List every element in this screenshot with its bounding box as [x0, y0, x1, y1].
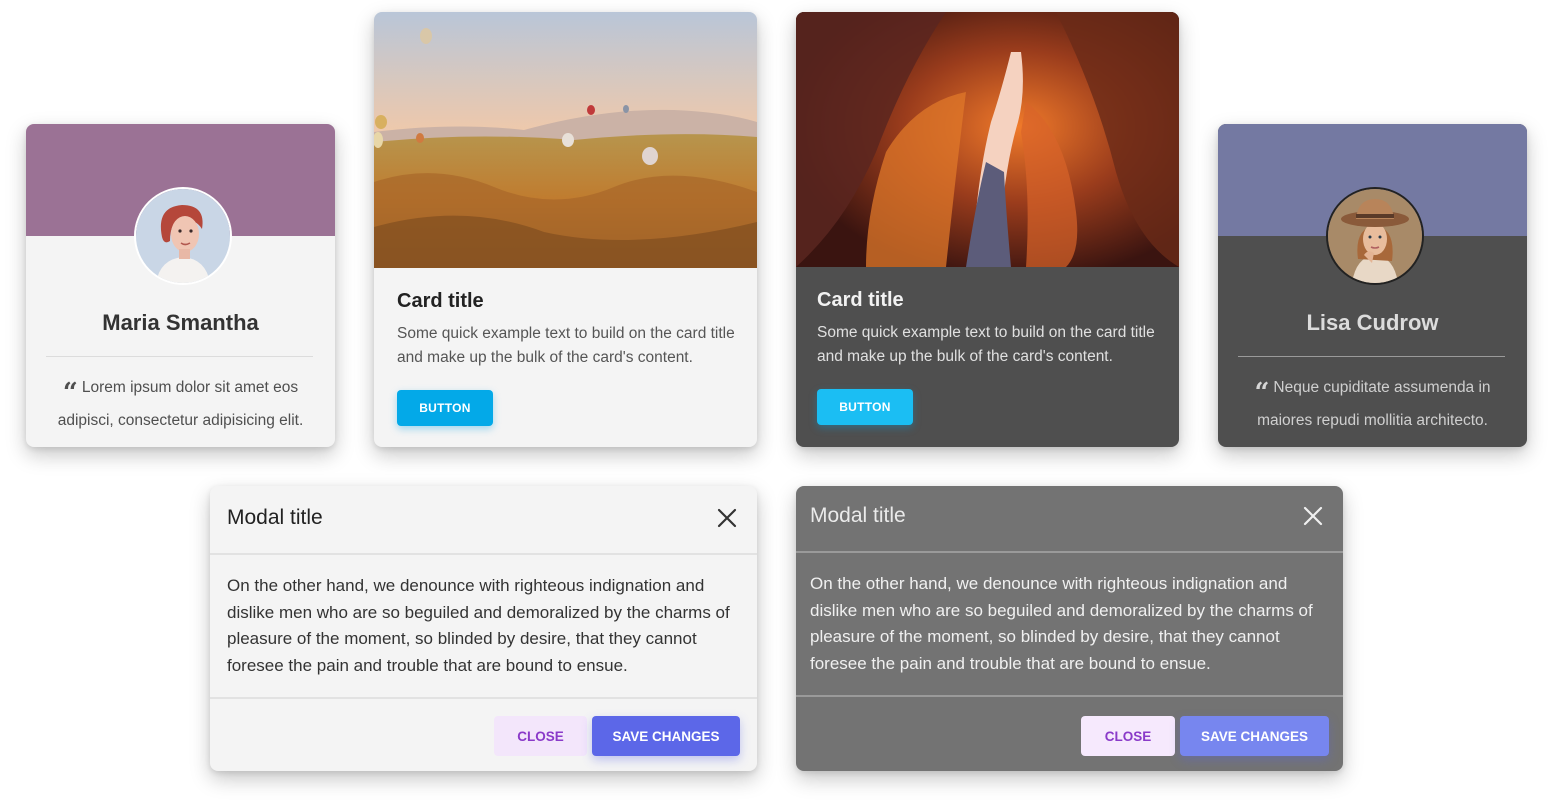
- card-button[interactable]: BUTTON: [817, 389, 913, 425]
- testimonial-quote: “Neque cupiditate assumenda in maiores r…: [1236, 374, 1509, 434]
- close-icon[interactable]: [715, 506, 739, 530]
- avatar: [133, 187, 232, 285]
- avatar-woman-image: [135, 189, 230, 283]
- modal-light: Modal title On the other hand, we denoun…: [210, 486, 757, 771]
- testimonial-name: Maria Smantha: [102, 310, 259, 335]
- quote-text: Neque cupiditate assumenda in maiores re…: [1257, 379, 1491, 429]
- testimonial-quote: “Lorem ipsum dolor sit amet eos adipisci…: [44, 374, 317, 434]
- modal-body: On the other hand, we denounce with righ…: [810, 574, 1313, 673]
- modal-footer: CLOSE SAVE CHANGES: [210, 697, 757, 771]
- testimonial-card-maria: Maria Smantha “Lorem ipsum dolor sit ame…: [26, 124, 335, 447]
- close-icon[interactable]: [1301, 504, 1325, 528]
- modal-header: Modal title: [796, 486, 1343, 551]
- quote-left-icon: “: [1254, 378, 1269, 408]
- save-changes-button[interactable]: SAVE CHANGES: [592, 716, 740, 756]
- card-body: Card title Some quick example text to bu…: [817, 289, 1161, 369]
- close-button[interactable]: CLOSE: [1081, 716, 1175, 756]
- card-image-canyon: [796, 12, 1179, 267]
- close-icon-glyph: [717, 508, 737, 528]
- quote-left-icon: “: [62, 378, 78, 408]
- testimonial-name: Lisa Cudrow: [1306, 310, 1439, 335]
- modal-title: Modal title: [810, 504, 906, 527]
- card-body: Card title Some quick example text to bu…: [397, 290, 739, 370]
- divider: [46, 356, 313, 357]
- quote-text: Lorem ipsum dolor sit amet eos adipisci,…: [57, 379, 304, 429]
- divider: [1238, 356, 1505, 357]
- card-title: Card title: [817, 289, 904, 311]
- balloons-landscape-image: [374, 12, 757, 268]
- save-changes-button[interactable]: SAVE CHANGES: [1180, 716, 1329, 756]
- card-button[interactable]: BUTTON: [397, 390, 493, 426]
- image-card-dark: Card title Some quick example text to bu…: [796, 12, 1179, 447]
- slot-canyon-image: [796, 12, 1179, 267]
- testimonial-card-lisa: Lisa Cudrow “Neque cupiditate assumenda …: [1218, 124, 1527, 447]
- modal-header: Modal title: [210, 486, 757, 553]
- close-button[interactable]: CLOSE: [494, 716, 587, 756]
- modal-title: Modal title: [227, 506, 323, 529]
- avatar: [1325, 187, 1424, 285]
- modal-body: On the other hand, we denounce with righ…: [227, 576, 730, 675]
- card-title: Card title: [397, 290, 484, 312]
- modal-dark: Modal title On the other hand, we denoun…: [796, 486, 1343, 771]
- card-image-balloons: [374, 12, 757, 268]
- image-card-light: Card title Some quick example text to bu…: [374, 12, 757, 447]
- close-icon-glyph: [1303, 506, 1323, 526]
- modal-footer: CLOSE SAVE CHANGES: [796, 697, 1343, 771]
- card-text: Some quick example text to build on the …: [397, 325, 735, 366]
- card-text: Some quick example text to build on the …: [817, 324, 1155, 365]
- avatar-woman-hat-image: [1327, 189, 1422, 283]
